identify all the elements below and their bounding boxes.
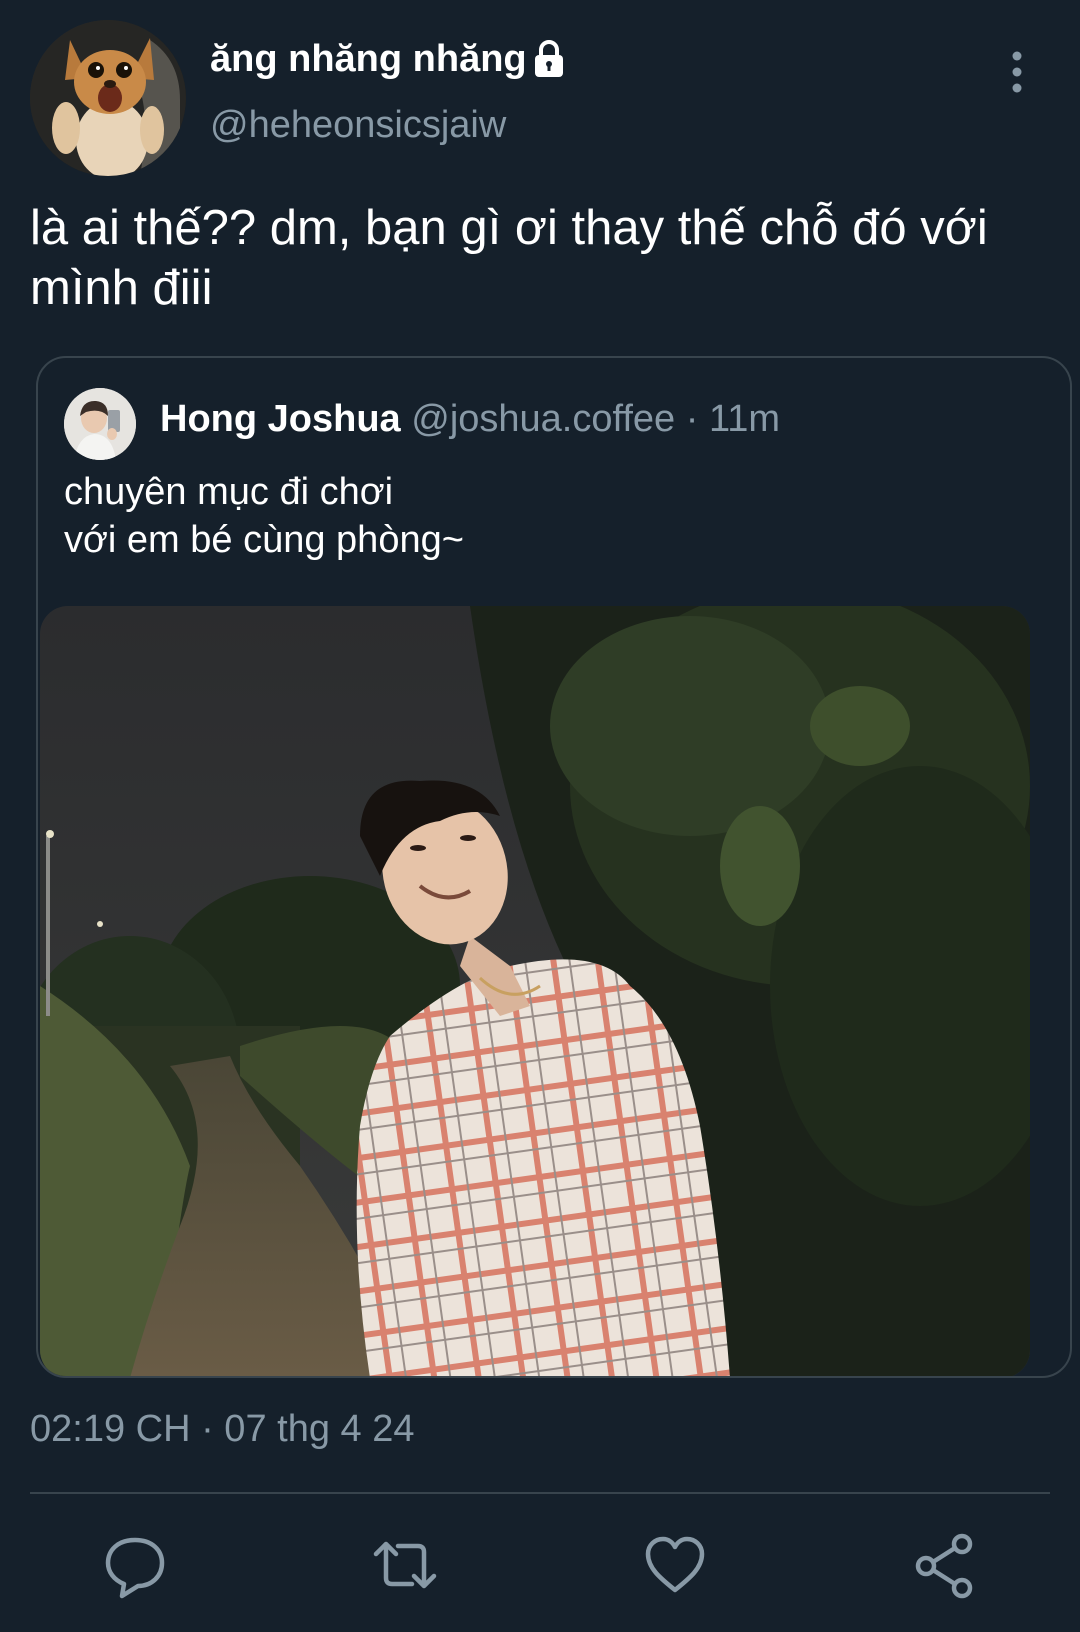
- quoted-author-handle[interactable]: @joshua.coffee: [411, 398, 675, 440]
- quoted-author-name[interactable]: Hong Joshua: [160, 398, 401, 440]
- author-display-name[interactable]: ăng nhăng nhăng: [210, 38, 527, 81]
- quoted-author-avatar[interactable]: [64, 388, 136, 460]
- quoted-tweet-photo[interactable]: [40, 606, 1030, 1376]
- reply-icon[interactable]: [100, 1530, 170, 1600]
- dog-avatar-image: [30, 20, 186, 176]
- author-handle[interactable]: @heheonsicsjaiw: [210, 104, 506, 147]
- more-options-icon[interactable]: [1004, 48, 1030, 96]
- quoted-author-line: Hong Joshua @joshua.coffee · 11m: [160, 398, 780, 441]
- quoted-tweet-card[interactable]: Hong Joshua @joshua.coffee · 11m chuyên …: [36, 356, 1072, 1378]
- author-avatar[interactable]: [30, 20, 186, 176]
- selfie-avatar-image: [64, 388, 136, 460]
- quoted-time: · 11m: [685, 398, 781, 440]
- tweet-text: là ai thế?? dm, bạn gì ơi thay thế chỗ đ…: [30, 201, 988, 315]
- share-icon[interactable]: [910, 1530, 980, 1600]
- lock-icon: [535, 40, 563, 77]
- tweet-header: ăng nhăng nhăng @heheonsicsjaiw: [0, 0, 1080, 190]
- retweet-icon[interactable]: [370, 1530, 440, 1600]
- quoted-tweet-text: chuyên mục đi chơi với em bé cùng phòng~: [64, 471, 464, 561]
- tweet-timestamp[interactable]: 02:19 CH · 07 thg 4 24: [30, 1408, 414, 1451]
- night-portrait-photo: [40, 606, 1030, 1376]
- like-icon[interactable]: [640, 1530, 710, 1600]
- divider: [30, 1492, 1050, 1494]
